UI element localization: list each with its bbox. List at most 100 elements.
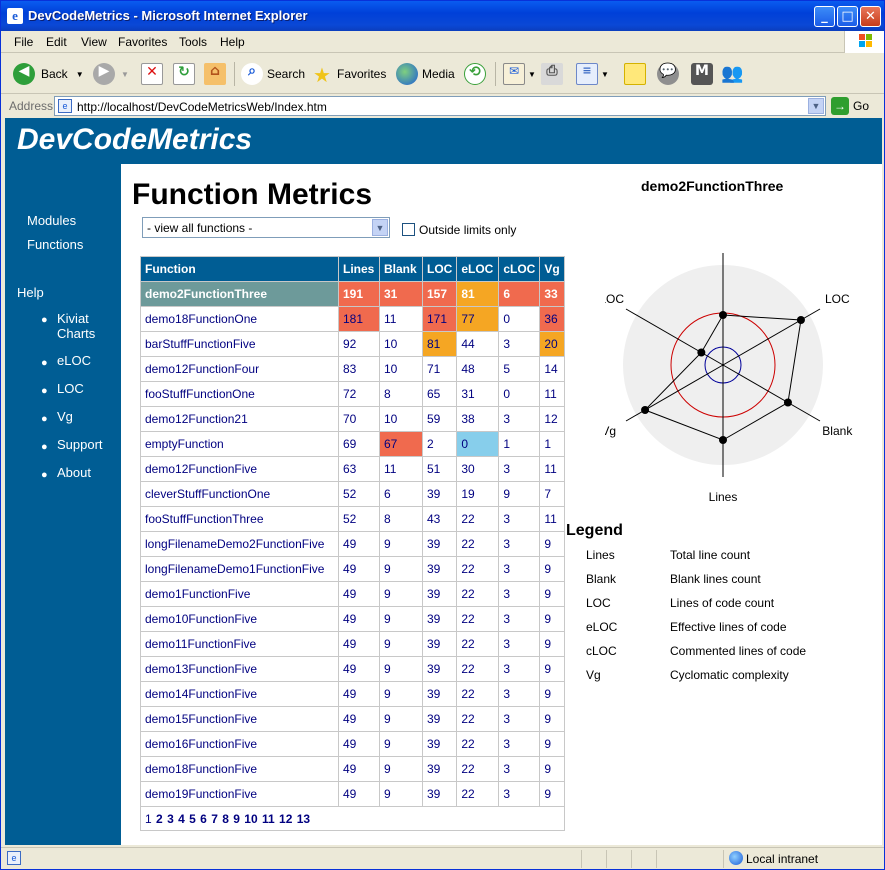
forward-button[interactable]: ▶ ▼ <box>93 60 129 88</box>
close-button[interactable]: ✕ <box>860 6 881 27</box>
table-row[interactable]: demo1FunctionFive 49 9 39 22 3 9 <box>140 581 565 607</box>
chevron-down-icon[interactable]: ▼ <box>372 219 388 236</box>
address-dropdown-icon[interactable]: ▼ <box>808 98 824 114</box>
sidebar-item-loc[interactable]: LOC <box>57 381 84 396</box>
table-row[interactable]: demo14FunctionFive 49 9 39 22 3 9 <box>140 681 565 707</box>
menu-help[interactable]: Help <box>220 35 245 49</box>
stop-button[interactable]: ✕ <box>141 60 163 88</box>
col-cloc[interactable]: cLOC <box>498 256 541 282</box>
page-link[interactable]: 12 <box>279 812 292 826</box>
back-button[interactable]: ◀ Back ▼ <box>13 60 84 88</box>
mail-dropdown-icon[interactable]: ▼ <box>528 70 536 79</box>
table-row[interactable]: demo12FunctionFive 63 11 51 30 3 11 <box>140 456 565 482</box>
table-row[interactable]: longFilenameDemo2FunctionFive 49 9 39 22 3 9 <box>140 531 565 557</box>
edit-dropdown-icon[interactable]: ▼ <box>601 70 609 79</box>
page-viewport[interactable]: DevCodeMetrics Modules Functions Help ● … <box>5 118 882 845</box>
col-vg[interactable]: Vg <box>539 256 565 282</box>
edit-button[interactable]: ≡ ▼ <box>576 60 609 88</box>
col-eloc[interactable]: eLOC <box>456 256 500 282</box>
sidebar-item-help[interactable]: Help <box>17 285 44 300</box>
table-row[interactable]: fooStuffFunctionThree 52 8 43 22 3 11 <box>140 506 565 532</box>
minimize-button[interactable]: _ <box>814 6 835 27</box>
col-loc[interactable]: LOC <box>421 256 458 282</box>
sidebar-item-support[interactable]: Support <box>57 437 103 452</box>
menu-edit[interactable]: Edit <box>46 35 67 49</box>
print-button[interactable]: ⎙ <box>541 60 563 88</box>
notes-button[interactable] <box>624 60 646 88</box>
page-link[interactable]: 4 <box>178 812 185 826</box>
table-row[interactable]: demo19FunctionFive 49 9 39 22 3 9 <box>140 781 565 807</box>
table-row[interactable]: fooStuffFunctionOne 72 8 65 31 0 11 <box>140 381 565 407</box>
address-input[interactable]: e http://localhost/DevCodeMetricsWeb/Ind… <box>54 96 826 116</box>
function-name-cell[interactable]: demo1FunctionFive <box>140 581 339 607</box>
table-row[interactable]: demo16FunctionFive 49 9 39 22 3 9 <box>140 731 565 757</box>
function-name-cell[interactable]: demo18FunctionOne <box>140 306 339 332</box>
function-name-cell[interactable]: demo12FunctionFive <box>140 456 339 482</box>
function-name-cell[interactable]: demo16FunctionFive <box>140 731 339 757</box>
page-link[interactable]: 9 <box>233 812 240 826</box>
page-link[interactable]: 7 <box>211 812 218 826</box>
page-link[interactable]: 5 <box>189 812 196 826</box>
discuss-button[interactable]: 💬 <box>657 60 679 88</box>
mail-button[interactable]: ✉ ▼ <box>503 60 536 88</box>
page-link[interactable]: 1 <box>145 812 152 826</box>
menu-tools[interactable]: Tools <box>179 35 207 49</box>
function-name-cell[interactable]: demo18FunctionFive <box>140 756 339 782</box>
function-name-cell[interactable]: demo19FunctionFive <box>140 781 339 807</box>
page-link[interactable]: 13 <box>297 812 310 826</box>
forward-dropdown-icon[interactable]: ▼ <box>121 70 129 79</box>
sidebar-item-kiviat-charts[interactable]: Kiviat Charts <box>57 311 117 341</box>
table-row[interactable]: demo18FunctionFive 49 9 39 22 3 9 <box>140 756 565 782</box>
sidebar-item-modules[interactable]: Modules <box>27 213 76 228</box>
search-button[interactable]: ⌕ Search <box>241 60 305 88</box>
sidebar-item-vg[interactable]: Vg <box>57 409 73 424</box>
page-link[interactable]: 8 <box>222 812 229 826</box>
page-link[interactable]: 10 <box>244 812 257 826</box>
table-row[interactable]: demo11FunctionFive 49 9 39 22 3 9 <box>140 631 565 657</box>
table-row[interactable]: demo2FunctionThree 191 31 157 81 6 33 <box>140 281 565 307</box>
table-row[interactable]: cleverStuffFunctionOne 52 6 39 19 9 7 <box>140 481 565 507</box>
home-button[interactable]: ⌂ <box>204 60 226 88</box>
address-url[interactable]: http://localhost/DevCodeMetricsWeb/Index… <box>77 100 327 114</box>
table-row[interactable]: longFilenameDemo1FunctionFive 49 9 39 22 3 9 <box>140 556 565 582</box>
sidebar-item-eloc[interactable]: eLOC <box>57 353 91 368</box>
refresh-button[interactable]: ↻ <box>173 60 195 88</box>
menu-favorites[interactable]: Favorites <box>118 35 167 49</box>
go-button[interactable]: → Go <box>831 96 869 116</box>
function-name-cell[interactable]: demo2FunctionThree <box>140 281 339 307</box>
function-name-cell[interactable]: fooStuffFunctionOne <box>140 381 339 407</box>
col-blank[interactable]: Blank <box>379 256 423 282</box>
table-row[interactable]: demo13FunctionFive 49 9 39 22 3 9 <box>140 656 565 682</box>
function-name-cell[interactable]: fooStuffFunctionThree <box>140 506 339 532</box>
outside-limits-label[interactable]: Outside limits only <box>419 223 516 237</box>
title-bar[interactable]: e DevCodeMetrics - Microsoft Internet Ex… <box>1 1 884 31</box>
history-button[interactable]: ⟲ <box>464 60 486 88</box>
function-name-cell[interactable]: demo10FunctionFive <box>140 606 339 632</box>
table-row[interactable]: demo12FunctionFour 83 10 71 48 5 14 <box>140 356 565 382</box>
page-link[interactable]: 6 <box>200 812 207 826</box>
function-name-cell[interactable]: barStuffFunctionFive <box>140 331 339 357</box>
maximize-button[interactable]: □ <box>837 6 858 27</box>
function-name-cell[interactable]: demo13FunctionFive <box>140 656 339 682</box>
page-link[interactable]: 2 <box>156 812 163 826</box>
table-row[interactable]: demo10FunctionFive 49 9 39 22 3 9 <box>140 606 565 632</box>
contacts-button[interactable]: 👥 <box>721 60 743 88</box>
outside-limits-checkbox[interactable] <box>402 223 415 236</box>
back-dropdown-icon[interactable]: ▼ <box>76 70 84 79</box>
table-row[interactable]: demo15FunctionFive 49 9 39 22 3 9 <box>140 706 565 732</box>
function-select[interactable]: - view all functions - ▼ <box>142 217 390 238</box>
sidebar-item-functions[interactable]: Functions <box>27 237 83 252</box>
table-row[interactable]: demo12Function21 70 10 59 38 3 12 <box>140 406 565 432</box>
function-name-cell[interactable]: longFilenameDemo1FunctionFive <box>140 556 339 582</box>
table-row[interactable]: barStuffFunctionFive 92 10 81 44 3 20 <box>140 331 565 357</box>
table-row[interactable]: demo18FunctionOne 181 11 171 77 0 36 <box>140 306 565 332</box>
menu-view[interactable]: View <box>81 35 107 49</box>
function-name-cell[interactable]: emptyFunction <box>140 431 339 457</box>
function-name-cell[interactable]: demo14FunctionFive <box>140 681 339 707</box>
function-name-cell[interactable]: cleverStuffFunctionOne <box>140 481 339 507</box>
favorites-button[interactable]: ★ Favorites <box>311 60 386 88</box>
page-link[interactable]: 3 <box>167 812 174 826</box>
function-name-cell[interactable]: demo12FunctionFour <box>140 356 339 382</box>
function-name-cell[interactable]: demo15FunctionFive <box>140 706 339 732</box>
col-function[interactable]: Function <box>140 256 339 282</box>
